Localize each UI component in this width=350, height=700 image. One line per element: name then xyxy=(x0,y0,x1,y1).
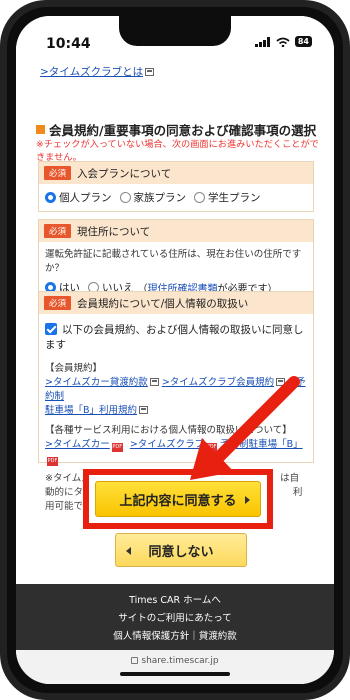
footer-usage-link[interactable]: サイトのご利用にあたって xyxy=(16,610,334,628)
external-link-icon xyxy=(145,68,155,76)
required-badge: 必須 xyxy=(44,224,72,238)
address-bar[interactable]: share.timescar.jp xyxy=(16,650,334,684)
red-arrow-annotation xyxy=(190,376,300,480)
reserved-parking-link-2[interactable]: 駐車場「B」利用規約 xyxy=(45,405,137,416)
terms-heading: 必須 会員規約について/個人情報の取扱い xyxy=(39,292,313,314)
terms-agree-row[interactable]: 以下の会員規約、および個人情報の取扱いに同意します xyxy=(39,314,313,360)
wifi-icon xyxy=(276,37,290,47)
external-link-icon xyxy=(139,406,149,414)
times-club-link[interactable]: >タイムズクラブとは xyxy=(40,64,155,79)
address-question: 運転免許証に記載されている住所は、現在お住いの住所ですか？ xyxy=(45,249,302,274)
bullet-square-icon xyxy=(36,125,45,134)
timescar-privacy-link[interactable]: >タイムズカー xyxy=(45,439,110,450)
home-indicator[interactable] xyxy=(120,672,230,676)
agree-checkbox[interactable] xyxy=(45,323,57,335)
phone-frame: 10:44 84 >タイムズクラブとは 会員規約/重要事項の同意および確認事項の… xyxy=(0,0,350,700)
rental-terms-link[interactable]: >タイムズカー貸渡約款 xyxy=(45,377,148,388)
pdf-icon: PDF xyxy=(111,443,123,452)
required-badge: 必須 xyxy=(44,296,72,310)
radio-selected[interactable] xyxy=(45,192,56,203)
disagree-button[interactable]: 同意しない xyxy=(115,533,247,567)
radio[interactable] xyxy=(119,192,131,203)
agree-button[interactable]: 上記内容に同意する xyxy=(95,481,261,517)
address-box: 必須 現住所について 運転免許証に記載されている住所は、現在お住いの住所ですか？… xyxy=(38,219,314,302)
screen: 10:44 84 >タイムズクラブとは 会員規約/重要事項の同意および確認事項の… xyxy=(16,16,334,684)
plan-option-individual[interactable]: 個人プラン xyxy=(45,190,112,205)
plan-option-student[interactable]: 学生プラン xyxy=(194,190,261,205)
external-link-icon xyxy=(149,378,159,386)
plan-radio-group: 個人プラン 家族プラン 学生プラン xyxy=(39,184,313,211)
signal-icon xyxy=(254,36,270,47)
page-content: >タイムズクラブとは 会員規約/重要事項の同意および確認事項の選択 ※チェックが… xyxy=(16,64,334,584)
lock-icon xyxy=(131,657,139,664)
required-badge: 必須 xyxy=(44,166,72,180)
plan-heading: 必須 入会プランについて xyxy=(39,162,313,184)
address-heading: 必須 現住所について xyxy=(39,220,313,242)
notch xyxy=(119,16,231,46)
plan-option-family[interactable]: 家族プラン xyxy=(119,190,186,205)
section-title: 会員規約/重要事項の同意および確認事項の選択 xyxy=(36,120,316,139)
footer-privacy-link[interactable]: 個人情報保護方針｜貸渡約款 xyxy=(16,628,334,646)
radio[interactable] xyxy=(194,192,205,203)
arrow-left-icon xyxy=(126,547,131,555)
plan-box: 必須 入会プランについて 個人プラン 家族プラン 学生プラン xyxy=(38,161,314,212)
site-footer: Times CAR ホームへ サイトのご利用にあたって 個人情報保護方針｜貸渡約… xyxy=(16,584,334,650)
status-icons: 84 xyxy=(254,36,312,47)
pdf-icon: PDF xyxy=(47,457,58,466)
status-time: 10:44 xyxy=(46,36,91,52)
phone-bezel: 10:44 84 >タイムズクラブとは 会員規約/重要事項の同意および確認事項の… xyxy=(7,7,343,693)
footer-home-link[interactable]: Times CAR ホームへ xyxy=(16,592,334,610)
arrow-right-icon xyxy=(245,496,250,504)
battery-icon: 84 xyxy=(294,36,312,47)
